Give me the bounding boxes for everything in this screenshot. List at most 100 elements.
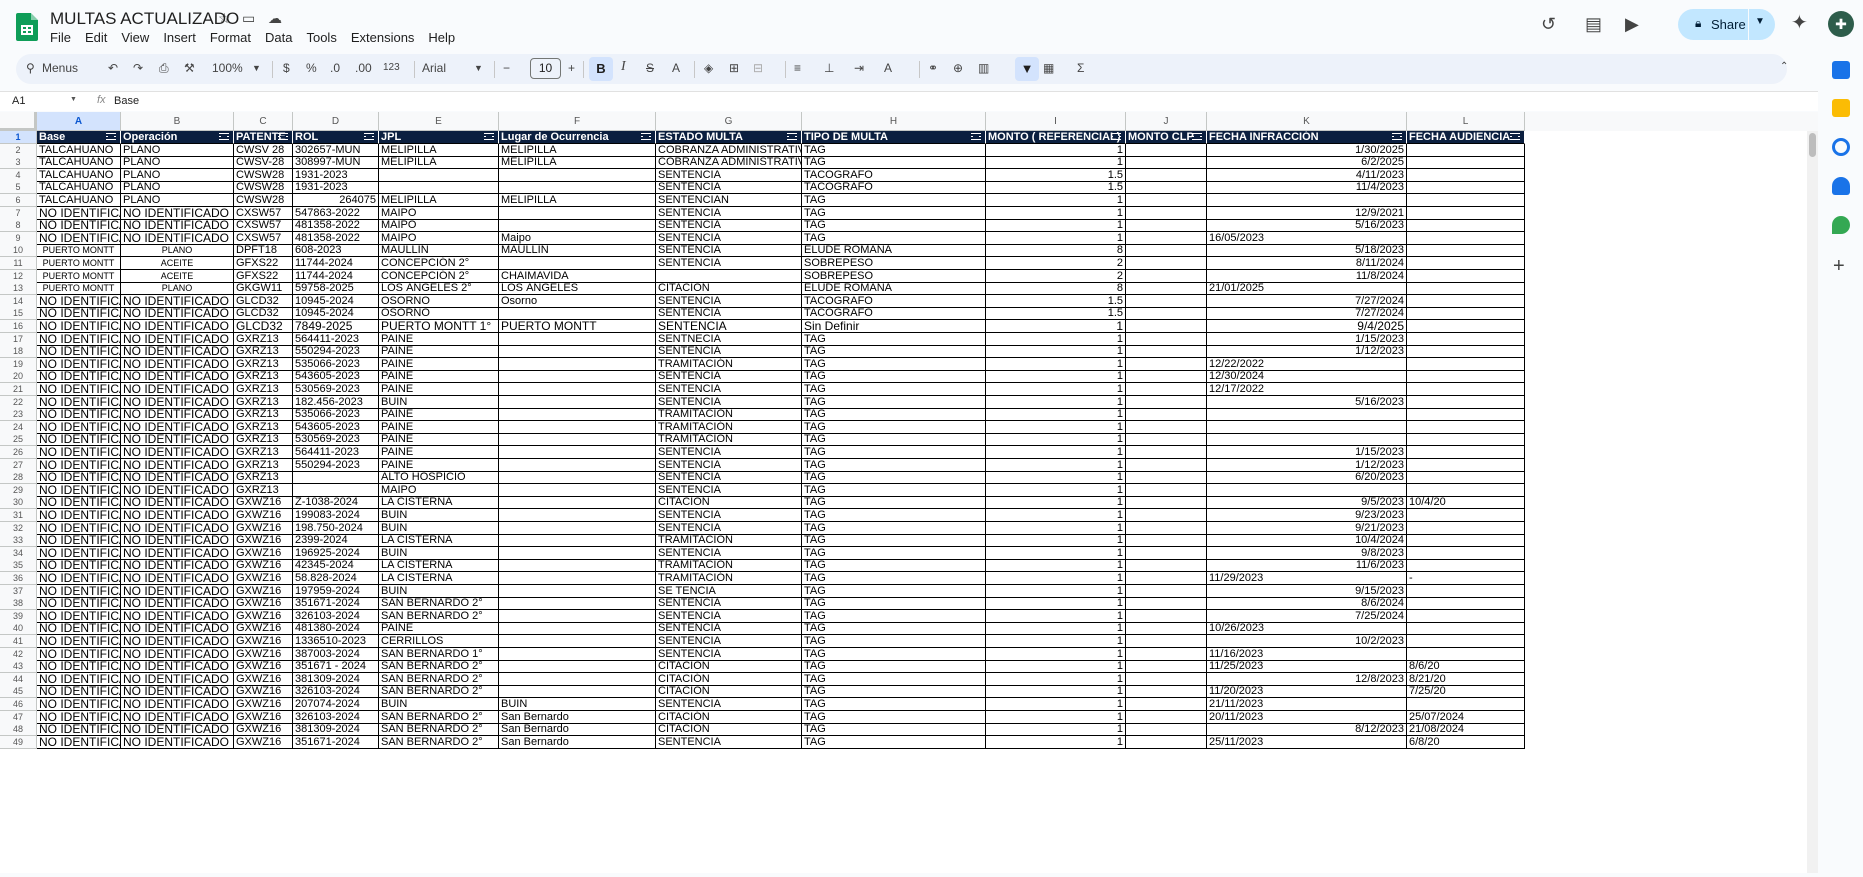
table-cell[interactable] (293, 471, 379, 485)
table-cell[interactable]: 1 (986, 622, 1126, 636)
table-cell[interactable]: 1 (986, 710, 1126, 724)
table-cell[interactable] (1126, 546, 1207, 560)
table-cell[interactable] (1126, 332, 1207, 346)
table-cell[interactable]: SENTENCIA (656, 635, 802, 648)
table-cell[interactable] (1407, 194, 1525, 207)
menu-help[interactable]: Help (428, 30, 455, 45)
table-cell[interactable]: TRAMITACIÓN (656, 534, 802, 548)
table-cell[interactable]: 9/4/2025 (1207, 320, 1407, 333)
table-cell[interactable]: NO IDENTIFICADO (37, 383, 121, 396)
header-cell[interactable]: Operación (121, 131, 234, 144)
table-cell[interactable]: TAG (802, 357, 986, 371)
table-cell[interactable] (1126, 219, 1207, 233)
table-cell[interactable]: SENTENCIA (656, 609, 802, 623)
row-number[interactable]: 44 (0, 672, 37, 686)
table-cell[interactable]: 1 (986, 446, 1126, 459)
table-cell[interactable] (1407, 471, 1525, 485)
table-cell[interactable]: GXRZ13 (234, 395, 293, 409)
filter-icon[interactable]: ▼ (1015, 57, 1039, 81)
table-cell[interactable]: SENTENCIA (656, 294, 802, 308)
table-cell[interactable]: TAG (802, 509, 986, 522)
table-cell[interactable]: GXWZ16 (234, 735, 293, 749)
row-number[interactable]: 32 (0, 521, 37, 535)
table-cell[interactable]: LA CISTERNA (379, 559, 499, 573)
table-cell[interactable] (1126, 282, 1207, 296)
table-cell[interactable] (379, 181, 499, 195)
table-cell[interactable]: 351671-2024 (293, 735, 379, 749)
menu-edit[interactable]: Edit (85, 30, 107, 45)
table-cell[interactable]: CONCEPCIÓN 2° (379, 269, 499, 283)
table-cell[interactable]: 11/20/2023 (1207, 685, 1407, 699)
table-cell[interactable] (499, 332, 656, 346)
row-number[interactable]: 25 (0, 433, 37, 447)
table-cell[interactable] (499, 597, 656, 611)
table-cell[interactable] (499, 408, 656, 422)
table-cell[interactable]: OSORNO (379, 294, 499, 308)
table-cell[interactable]: TACOGRAFO (802, 307, 986, 321)
table-cell[interactable]: SAN BERNARDO 2° (379, 723, 499, 737)
table-cell[interactable] (1126, 735, 1207, 749)
table-cell[interactable]: SENTENCIA (656, 622, 802, 636)
table-cell[interactable]: 10/26/2023 (1207, 622, 1407, 636)
maps-icon[interactable] (1832, 216, 1850, 234)
table-cell[interactable]: NO IDENTIFICADO (121, 735, 234, 749)
table-cell[interactable]: 1 (986, 572, 1126, 585)
table-cell[interactable]: TALCAHUANO (37, 156, 121, 170)
table-cell[interactable] (1407, 219, 1525, 233)
table-cell[interactable]: PAINE (379, 332, 499, 346)
table-cell[interactable]: GXRZ13 (234, 332, 293, 346)
table-cell[interactable]: PAINE (379, 458, 499, 472)
table-cell[interactable]: NO IDENTIFICADO (121, 231, 234, 245)
table-cell[interactable]: BUIN (379, 698, 499, 711)
menu-view[interactable]: View (121, 30, 149, 45)
table-cell[interactable] (499, 383, 656, 396)
table-cell[interactable] (1407, 244, 1525, 258)
filter-icon[interactable] (484, 133, 495, 142)
header-cell[interactable]: Lugar de Ocurrencia (499, 131, 656, 144)
table-cell[interactable]: - (1407, 572, 1525, 585)
table-cell[interactable]: GFXS22 (234, 257, 293, 270)
table-cell[interactable] (379, 168, 499, 182)
table-cell[interactable] (1407, 408, 1525, 422)
filter-icon[interactable] (787, 133, 798, 142)
table-cell[interactable]: TAG (802, 584, 986, 598)
table-cell[interactable]: NO IDENTIFICADO (121, 723, 234, 737)
menu-data[interactable]: Data (265, 30, 292, 45)
table-cell[interactable]: 1 (986, 206, 1126, 220)
table-cell[interactable]: SENTENCIA (656, 521, 802, 535)
fill-color-icon[interactable]: ◈ (704, 61, 713, 75)
table-cell[interactable]: TAG (802, 370, 986, 384)
table-cell[interactable]: 8/12/2023 (1207, 723, 1407, 737)
table-cell[interactable] (1407, 282, 1525, 296)
table-cell[interactable] (1126, 622, 1207, 636)
table-cell[interactable]: GXRZ13 (234, 383, 293, 396)
table-cell[interactable]: NO IDENTIFICADO (37, 546, 121, 560)
table-cell[interactable]: SAN BERNARDO 2° (379, 735, 499, 749)
move-folder-icon[interactable]: ▭ (242, 10, 255, 27)
filter-icon[interactable] (219, 133, 230, 142)
table-cell[interactable]: 7/27/2024 (1207, 307, 1407, 321)
share-button[interactable]: 🔒︎ Share ▼ (1678, 9, 1775, 40)
header-cell[interactable]: ROL (293, 131, 379, 144)
row-number[interactable]: 46 (0, 698, 37, 711)
table-cell[interactable]: SENTENCIA (656, 307, 802, 321)
table-cell[interactable]: TAG (802, 609, 986, 623)
table-cell[interactable]: GXRZ13 (234, 458, 293, 472)
table-cell[interactable] (499, 357, 656, 371)
collapse-toolbar-icon[interactable]: ⌃ (1780, 61, 1788, 72)
table-cell[interactable]: GXWZ16 (234, 647, 293, 661)
table-cell[interactable]: MELIPILLA (499, 194, 656, 207)
table-cell[interactable] (1407, 332, 1525, 346)
table-cell[interactable]: SENTENCIA (656, 735, 802, 749)
table-cell[interactable]: NO IDENTIFICADO (121, 559, 234, 573)
table-cell[interactable]: TRAMITACIÓN (656, 559, 802, 573)
row-number[interactable]: 47 (0, 710, 37, 724)
table-cell[interactable] (1407, 345, 1525, 359)
table-cell[interactable]: 7/27/2024 (1207, 294, 1407, 308)
table-cell[interactable]: NO IDENTIFICADO (121, 584, 234, 598)
table-cell[interactable]: MAIPO (379, 206, 499, 220)
table-cell[interactable]: GXWZ16 (234, 660, 293, 674)
star-icon[interactable]: ☆ (218, 10, 231, 27)
table-cell[interactable]: TAG (802, 572, 986, 585)
print-icon[interactable]: ⎙ (159, 61, 169, 76)
